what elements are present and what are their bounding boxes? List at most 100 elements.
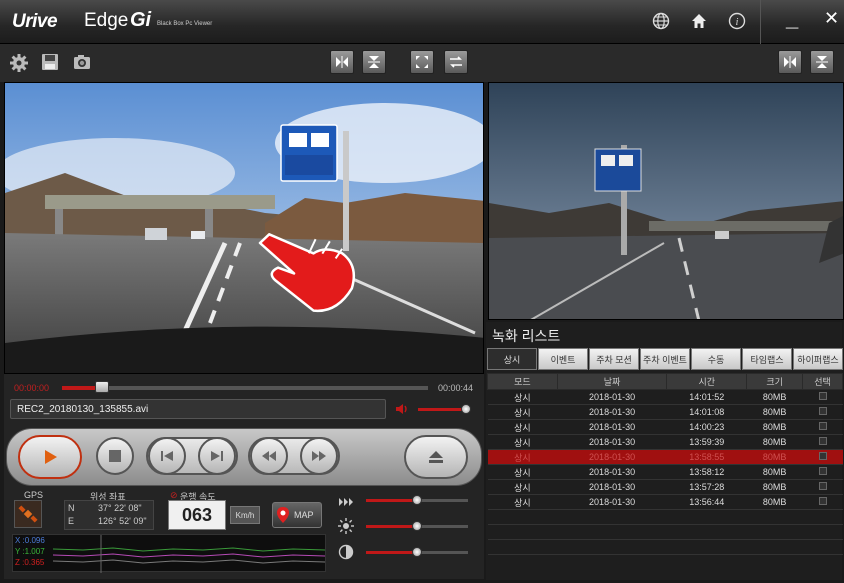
table-row[interactable]: 상시 2018-01-30 13:58:12 80MB bbox=[487, 464, 843, 480]
tab-5[interactable]: 타임랩스 bbox=[742, 348, 792, 370]
gps-label: GPS bbox=[24, 490, 44, 500]
tab-1[interactable]: 이벤트 bbox=[538, 348, 588, 370]
cell-select[interactable] bbox=[802, 464, 843, 480]
cell-select[interactable] bbox=[802, 494, 843, 510]
empty-cell bbox=[802, 524, 843, 540]
cell-size: 80MB bbox=[746, 479, 803, 495]
tab-3[interactable]: 주차 이벤트 bbox=[640, 348, 690, 370]
speaker-icon[interactable] bbox=[395, 402, 409, 416]
table-row[interactable]: 상시 2018-01-30 13:59:39 80MB bbox=[487, 434, 843, 450]
empty-cell bbox=[802, 539, 843, 555]
cell-select[interactable] bbox=[802, 479, 843, 495]
settings-gear-icon[interactable] bbox=[8, 52, 30, 74]
empty-cell bbox=[746, 539, 803, 555]
cell-size: 80MB bbox=[746, 494, 803, 510]
empty-cell bbox=[666, 509, 747, 525]
empty-cell bbox=[666, 539, 747, 555]
column-header[interactable]: 크기 bbox=[746, 373, 804, 390]
minimize-button[interactable]: _ bbox=[786, 6, 798, 32]
cell-select[interactable] bbox=[802, 449, 843, 465]
play-button[interactable] bbox=[18, 435, 82, 479]
rewind-button[interactable] bbox=[250, 437, 288, 475]
cell-date: 2018-01-30 bbox=[557, 389, 667, 405]
seek-bar[interactable] bbox=[62, 386, 428, 390]
select-checkbox[interactable] bbox=[818, 497, 827, 505]
rear-camera-video[interactable] bbox=[488, 82, 844, 320]
map-pin-icon bbox=[277, 507, 289, 528]
cell-time: 13:59:39 bbox=[666, 434, 747, 450]
cell-time: 13:58:55 bbox=[666, 449, 747, 465]
tab-6[interactable]: 하이퍼랩스 bbox=[793, 348, 843, 370]
column-header[interactable]: 선택 bbox=[802, 373, 843, 390]
info-icon[interactable]: i bbox=[726, 10, 748, 32]
mirror-horizontal-rear-icon[interactable] bbox=[778, 50, 802, 74]
table-row[interactable]: 상시 2018-01-30 13:56:44 80MB bbox=[487, 494, 843, 510]
tab-4[interactable]: 수동 bbox=[691, 348, 741, 370]
table-row[interactable]: 상시 2018-01-30 13:58:55 80MB bbox=[487, 449, 843, 465]
volume-handle[interactable] bbox=[460, 404, 471, 414]
empty-cell bbox=[557, 524, 667, 540]
next-file-button[interactable] bbox=[198, 437, 236, 475]
cell-select[interactable] bbox=[802, 389, 843, 405]
contrast-slider-handle[interactable] bbox=[412, 547, 422, 557]
eject-button[interactable] bbox=[404, 435, 468, 479]
select-checkbox[interactable] bbox=[818, 422, 827, 430]
accel-y: Y :1.007 bbox=[15, 547, 45, 556]
column-header[interactable]: 모드 bbox=[487, 373, 558, 390]
select-checkbox[interactable] bbox=[818, 392, 827, 400]
fast-forward-button[interactable] bbox=[300, 437, 338, 475]
table-row[interactable]: 상시 2018-01-30 14:00:23 80MB bbox=[487, 419, 843, 435]
brand-logo: Urive bbox=[12, 11, 58, 32]
select-checkbox[interactable] bbox=[818, 467, 827, 475]
cell-size: 80MB bbox=[746, 404, 803, 420]
tab-0[interactable]: 상시 bbox=[487, 348, 537, 370]
save-disk-icon[interactable] bbox=[40, 52, 62, 74]
g-sensor-graph bbox=[12, 534, 326, 573]
playback-speed-icon bbox=[338, 494, 354, 512]
close-button[interactable]: ✕ bbox=[824, 8, 839, 29]
cell-time: 13:57:28 bbox=[666, 479, 747, 495]
cell-select[interactable] bbox=[802, 419, 843, 435]
table-row[interactable]: 상시 2018-01-30 14:01:52 80MB bbox=[487, 389, 843, 405]
home-icon[interactable] bbox=[688, 10, 710, 32]
tab-2[interactable]: 주차 모션 bbox=[589, 348, 639, 370]
speed-slider-handle[interactable] bbox=[412, 495, 422, 505]
accel-x: X :0.096 bbox=[15, 536, 45, 545]
stop-button[interactable] bbox=[96, 437, 134, 475]
empty-cell bbox=[487, 524, 558, 540]
empty-row bbox=[487, 524, 843, 540]
accel-z: Z :0.365 bbox=[15, 558, 45, 567]
flip-vertical-rear-icon[interactable] bbox=[810, 50, 834, 74]
cell-time: 14:01:52 bbox=[666, 389, 747, 405]
cell-time: 13:58:12 bbox=[666, 464, 747, 480]
select-checkbox[interactable] bbox=[818, 407, 827, 415]
front-camera-video[interactable] bbox=[4, 82, 484, 374]
mirror-horizontal-icon[interactable] bbox=[330, 50, 354, 74]
speed-unit: Km/h bbox=[230, 506, 260, 524]
empty-cell bbox=[557, 509, 667, 525]
camera-icon[interactable] bbox=[72, 52, 94, 74]
fullscreen-icon[interactable] bbox=[410, 50, 434, 74]
seek-handle[interactable] bbox=[95, 381, 110, 393]
brightness-slider-handle[interactable] bbox=[412, 521, 422, 531]
globe-icon[interactable] bbox=[650, 10, 672, 32]
cell-select[interactable] bbox=[802, 404, 843, 420]
cell-date: 2018-01-30 bbox=[557, 404, 667, 420]
cell-size: 80MB bbox=[746, 389, 803, 405]
column-header[interactable]: 시간 bbox=[666, 373, 748, 390]
select-checkbox[interactable] bbox=[818, 437, 827, 445]
cell-date: 2018-01-30 bbox=[557, 479, 667, 495]
cell-date: 2018-01-30 bbox=[557, 419, 667, 435]
table-row[interactable]: 상시 2018-01-30 13:57:28 80MB bbox=[487, 479, 843, 495]
column-header[interactable]: 날짜 bbox=[556, 373, 668, 390]
total-time: 00:00:44 bbox=[438, 383, 474, 393]
select-checkbox[interactable] bbox=[818, 482, 827, 490]
empty-cell bbox=[666, 524, 747, 540]
previous-file-button[interactable] bbox=[148, 437, 186, 475]
cell-select[interactable] bbox=[802, 434, 843, 450]
flip-vertical-icon[interactable] bbox=[362, 50, 386, 74]
empty-cell bbox=[746, 509, 803, 525]
select-checkbox[interactable] bbox=[818, 452, 827, 460]
swap-camera-icon[interactable] bbox=[444, 50, 468, 74]
table-row[interactable]: 상시 2018-01-30 14:01:08 80MB bbox=[487, 404, 843, 420]
